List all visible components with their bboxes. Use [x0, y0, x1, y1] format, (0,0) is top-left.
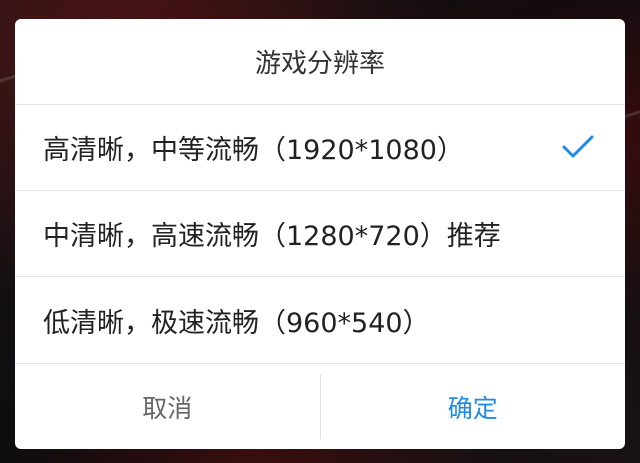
dialog-title: 游戏分辨率 — [15, 19, 625, 105]
checkmark-icon — [562, 135, 594, 158]
cancel-button[interactable]: 取消 — [15, 364, 320, 449]
option-label: 高清晰，中等流畅（1920*1080） — [43, 135, 464, 166]
resolution-dialog: 游戏分辨率 高清晰，中等流畅（1920*1080） 中清晰，高速流畅（1280*… — [15, 19, 625, 449]
option-1920x1080[interactable]: 高清晰，中等流畅（1920*1080） — [15, 105, 625, 191]
option-960x540[interactable]: 低清晰，极速流畅（960*540） — [15, 277, 625, 363]
option-label: 低清晰，极速流畅（960*540） — [43, 307, 430, 339]
option-1280x720[interactable]: 中清晰，高速流畅（1280*720）推荐 — [15, 191, 625, 277]
confirm-button[interactable]: 确定 — [321, 364, 626, 449]
option-label: 中清晰，高速流畅（1280*720）推荐 — [43, 221, 501, 252]
dialog-footer: 取消 确定 — [15, 363, 625, 449]
